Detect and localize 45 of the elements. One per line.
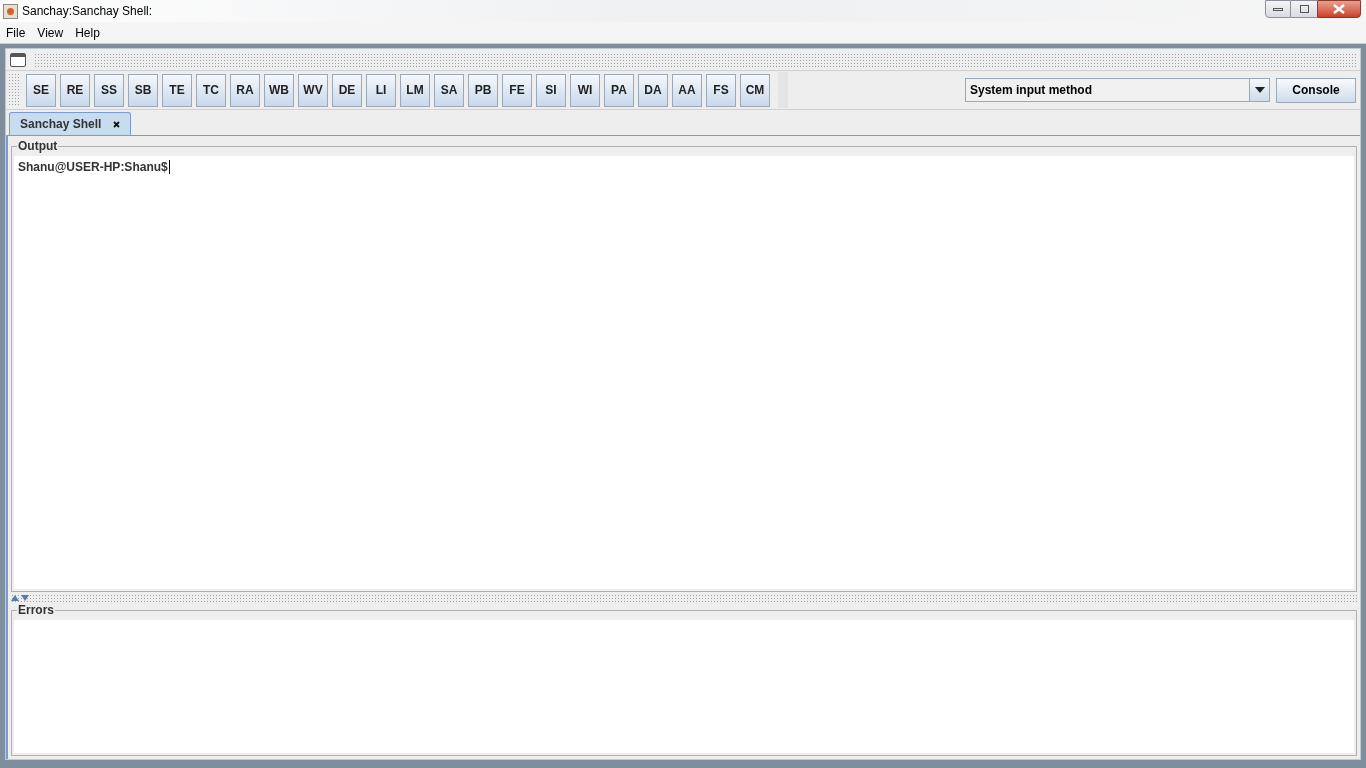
output-area[interactable]: Shanu@USER-HP:Shanu$: [14, 156, 1354, 589]
toolbar-grip[interactable]: [8, 73, 20, 107]
toolbar-button[interactable]: LM: [400, 73, 430, 107]
close-button[interactable]: [1317, 0, 1361, 18]
tab[interactable]: Sanchay Shell: [9, 112, 132, 135]
toolbar-button[interactable]: PA: [604, 73, 634, 107]
toolbar-button[interactable]: PB: [468, 73, 498, 107]
toolbar-button[interactable]: RE: [60, 73, 90, 107]
toolbar-button[interactable]: LI: [366, 73, 396, 107]
toolbar-button[interactable]: SB: [128, 73, 158, 107]
toolbar-button[interactable]: DA: [638, 73, 668, 107]
panel-title: Output: [17, 139, 59, 153]
close-icon[interactable]: [113, 120, 121, 128]
toolbar-end: [778, 72, 788, 108]
arrow-icon[interactable]: [11, 595, 31, 601]
window-title: Sanchay:Sanchay Shell:: [22, 3, 153, 20]
toolbar-button[interactable]: AA: [672, 73, 702, 107]
toolbar-button[interactable]: FE: [502, 73, 532, 107]
toolbar-button[interactable]: WV: [298, 73, 328, 107]
toolbar-button[interactable]: CM: [740, 73, 770, 107]
panel-title: Errors: [17, 603, 56, 617]
toolbar-button[interactable]: SS: [94, 73, 124, 107]
caret-icon: [1254, 87, 1265, 93]
window-icon[interactable]: [10, 52, 26, 67]
toolbar-button[interactable]: SI: [536, 73, 566, 107]
toolbar-button[interactable]: WI: [570, 73, 600, 107]
console-button[interactable]: Console: [1276, 77, 1356, 103]
toolbar-button[interactable]: FS: [706, 73, 736, 107]
maximize-button[interactable]: [1291, 0, 1317, 18]
app-icon: [3, 3, 18, 19]
menu-item[interactable]: Help: [69, 23, 106, 42]
input-method-dropdown[interactable]: System input method: [965, 78, 1270, 102]
toolbar-button[interactable]: TC: [196, 73, 226, 107]
menu-item[interactable]: View: [31, 23, 70, 42]
toolbar-button[interactable]: DE: [332, 73, 362, 107]
prompt-text: Shanu@USER-HP:Shanu$: [18, 160, 170, 174]
toolbar-button[interactable]: TE: [162, 73, 192, 107]
toolbar-button[interactable]: SE: [26, 73, 56, 107]
toolbar-button[interactable]: SA: [434, 73, 464, 107]
toolbar-button[interactable]: RA: [230, 73, 260, 107]
toolbar-grip[interactable]: [34, 52, 1358, 67]
close-icon: [1333, 4, 1345, 14]
toolbar-button[interactable]: WB: [264, 73, 294, 107]
minimize-button[interactable]: [1265, 0, 1291, 18]
menu-item[interactable]: File: [0, 23, 32, 42]
